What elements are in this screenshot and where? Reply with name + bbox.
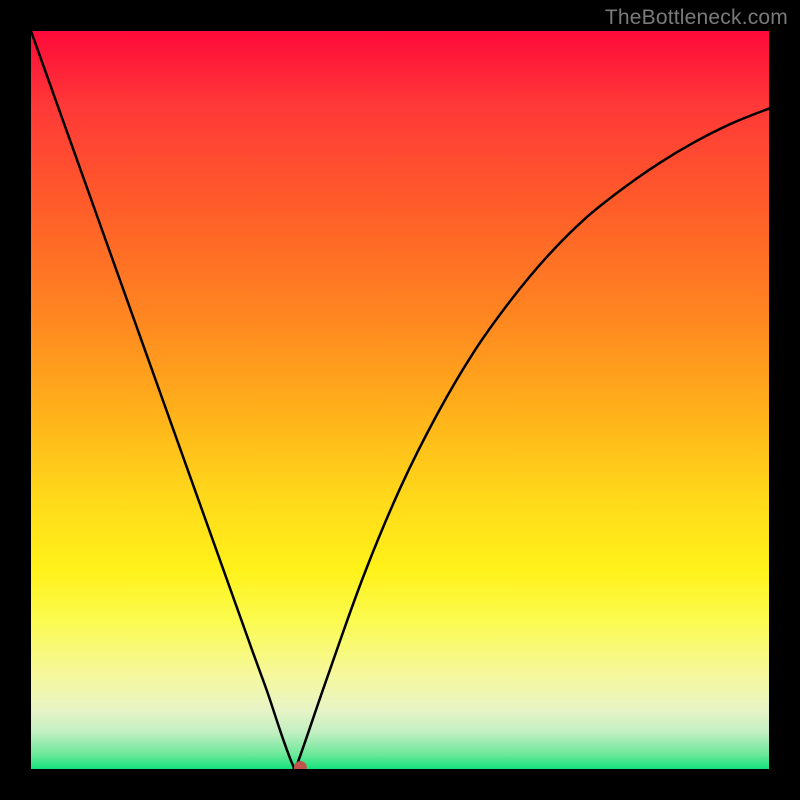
bottleneck-curve (31, 31, 769, 769)
plot-area (31, 31, 769, 769)
chart-frame: TheBottleneck.com (0, 0, 800, 800)
curve-layer (31, 31, 769, 769)
watermark-text: TheBottleneck.com (605, 6, 788, 30)
marker-dot (294, 761, 307, 769)
